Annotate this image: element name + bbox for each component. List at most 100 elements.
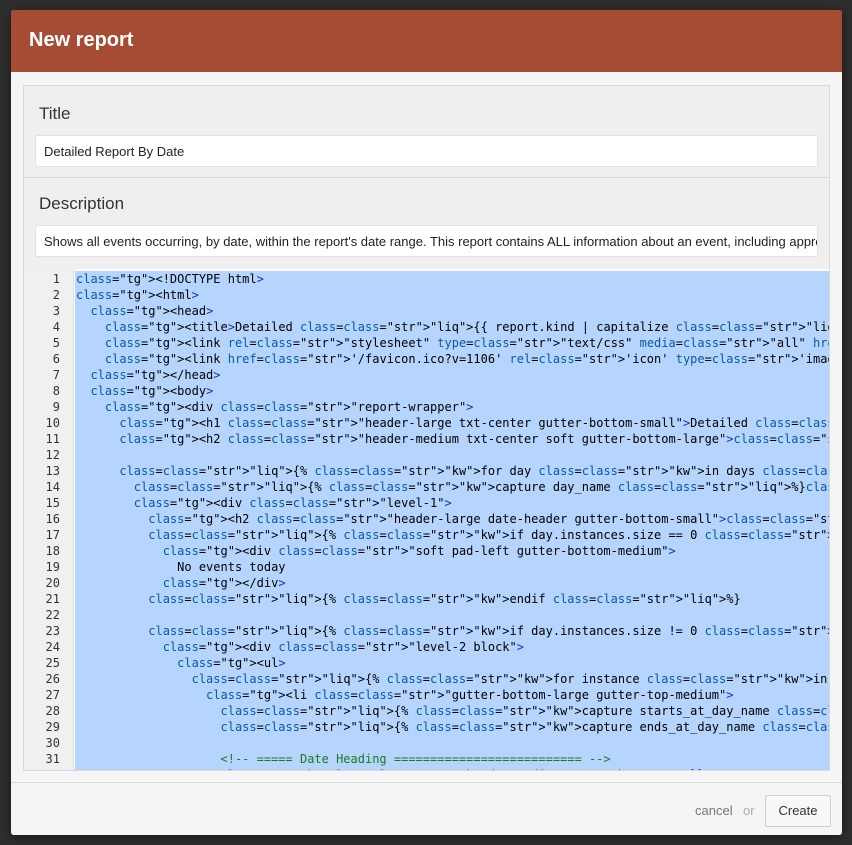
code-line: 4 class="tg"><title>Detailed class=class… — [24, 319, 829, 335]
code-line: 7 class="tg"></head> — [24, 367, 829, 383]
line-number: 18 — [45, 544, 60, 558]
code-text: class=class="str">"liq">{% class=class="… — [75, 479, 829, 495]
code-text — [75, 735, 829, 751]
code-text: <!-- ===== Date Heading ================… — [75, 751, 829, 767]
code-text: class=class="str">"liq">{% class=class="… — [75, 591, 829, 607]
line-number: 31 — [45, 752, 60, 766]
code-line: 8 class="tg"><body> — [24, 383, 829, 399]
code-editor[interactable]: 1 class="tg"><!DOCTYPE html> 2 class="tg"><… — [24, 269, 829, 770]
code-line: 23 class=class="str">"liq">{% class=clas… — [24, 623, 829, 639]
code-text: class="tg"><h1 class=class="str">"header… — [75, 415, 829, 431]
code-text: class="tg"></div> — [75, 575, 829, 591]
code-text: class="tg"><ul> — [75, 655, 829, 671]
create-button[interactable]: Create — [765, 795, 831, 827]
modal-footer: cancel or Create — [11, 782, 842, 835]
code-text: class="tg"><div class=class="str">"level… — [75, 639, 829, 655]
line-number: 20 — [45, 576, 60, 590]
line-number: 25 — [45, 656, 60, 670]
code-line: 26 class=class="str">"liq">{% class=clas… — [24, 671, 829, 687]
line-number: 2 — [52, 288, 60, 302]
line-number: 10 — [45, 416, 60, 430]
title-field: Title Detailed Report By Date — [24, 86, 829, 167]
code-text: class="tg"><head> — [75, 303, 829, 319]
code-line: 3 class="tg"><head> — [24, 303, 829, 319]
title-input[interactable]: Detailed Report By Date — [35, 135, 818, 167]
new-report-modal: New report Title Detailed Report By Date… — [11, 10, 842, 835]
line-number: 5 — [52, 336, 60, 350]
code-line: 29 class=class="str">"liq">{% class=clas… — [24, 719, 829, 735]
code-text: class=class="str">"liq">{% class=class="… — [75, 527, 829, 543]
code-line: 22 — [24, 607, 829, 623]
code-line: 20 class="tg"></div> — [24, 575, 829, 591]
line-number: 12 — [45, 448, 60, 462]
line-number: 14 — [45, 480, 60, 494]
code-lines: 1 class="tg"><!DOCTYPE html> 2 class="tg"><… — [24, 271, 829, 770]
cancel-link[interactable]: cancel — [695, 803, 733, 818]
code-line: 28 class=class="str">"liq">{% class=clas… — [24, 703, 829, 719]
code-line: 16 class="tg"><h2 class=class="str">"hea… — [24, 511, 829, 527]
code-line: 18 class="tg"><div class=class="str">"so… — [24, 543, 829, 559]
line-number: 30 — [45, 736, 60, 750]
line-number: 17 — [45, 528, 60, 542]
code-line: 30 — [24, 735, 829, 751]
code-line: 14 class=class="str">"liq">{% class=clas… — [24, 479, 829, 495]
code-line: 2 class="tg"><html> — [24, 287, 829, 303]
code-text: class="tg"><div class=class="str">"soft … — [75, 543, 829, 559]
code-line: 5 class="tg"><link rel=class="str">"styl… — [24, 335, 829, 351]
code-line: 10 class="tg"><h1 class=class="str">"hea… — [24, 415, 829, 431]
code-text: No events today — [75, 559, 829, 575]
line-number: 4 — [52, 320, 60, 334]
code-line: 27 class="tg"><li class=class="str">"gut… — [24, 687, 829, 703]
description-input[interactable]: Shows all events occurring, by date, wit… — [35, 225, 818, 257]
code-text: class=class="str">"liq">{% class=class="… — [75, 623, 829, 639]
code-text: class="tg"><link rel=class="str">"styles… — [75, 335, 829, 351]
code-line: 25 class="tg"><ul> — [24, 655, 829, 671]
code-text: class="tg"><li class=class="str">"gutter… — [75, 687, 829, 703]
code-line: 11 class="tg"><h2 class=class="str">"hea… — [24, 431, 829, 447]
code-line: 17 class=class="str">"liq">{% class=clas… — [24, 527, 829, 543]
code-line: 24 class="tg"><div class=class="str">"le… — [24, 639, 829, 655]
code-line: 19 No events today — [24, 559, 829, 575]
line-number: 22 — [45, 608, 60, 622]
code-text: class="tg"><div class=class="str">"repor… — [75, 399, 829, 415]
line-number: 11 — [45, 432, 60, 446]
code-text: class="tg"><h2 class=class="str">"header… — [75, 511, 829, 527]
line-number: 16 — [45, 512, 60, 526]
modal-body: Title Detailed Report By Date Descriptio… — [23, 85, 830, 771]
title-label: Title — [39, 104, 71, 123]
line-number: 28 — [45, 704, 60, 718]
line-number: 32 — [24, 767, 60, 770]
line-number: 24 — [45, 640, 60, 654]
code-text — [75, 447, 829, 463]
line-number: 19 — [45, 560, 60, 574]
line-number: 1 — [52, 272, 60, 286]
code-text: class="tg"><body> — [75, 383, 829, 399]
description-field: Description Shows all events occurring, … — [24, 178, 829, 257]
code-line: 12 — [24, 447, 829, 463]
modal-title: New report — [11, 10, 842, 72]
line-number: 3 — [52, 304, 60, 318]
line-number: 27 — [45, 688, 60, 702]
code-text: class=class="str">"liq">{% class=class="… — [75, 671, 829, 687]
line-number: 8 — [52, 384, 60, 398]
code-text: class="tg"><html> — [75, 287, 829, 303]
code-text: class="tg"></head> — [75, 367, 829, 383]
code-text: class="tg"><link href=class="str">'/favi… — [75, 351, 829, 367]
line-number: 6 — [52, 352, 60, 366]
code-line: 13 class=class="str">"liq">{% class=clas… — [24, 463, 829, 479]
code-text — [75, 607, 829, 623]
line-number: 15 — [45, 496, 60, 510]
line-number: 29 — [45, 720, 60, 734]
or-text: or — [743, 803, 755, 818]
code-text: class="tg"><!DOCTYPE html> — [75, 271, 829, 287]
code-text: class="tg"><h3 class=class="str">"header… — [75, 767, 829, 770]
line-number: 7 — [52, 368, 60, 382]
code-text: class="tg"><h2 class=class="str">"header… — [75, 431, 829, 447]
code-text: class=class="str">"liq">{% class=class="… — [75, 463, 829, 479]
code-text: class="tg"><title>Detailed class=class="… — [75, 319, 829, 335]
code-line: 32 class="tg"><h3 class=class="str">"hea… — [24, 767, 829, 770]
code-line: 6 class="tg"><link href=class="str">'/fa… — [24, 351, 829, 367]
description-label: Description — [39, 194, 125, 213]
line-number: 21 — [45, 592, 60, 606]
code-line: 15 class="tg"><div class=class="str">"le… — [24, 495, 829, 511]
